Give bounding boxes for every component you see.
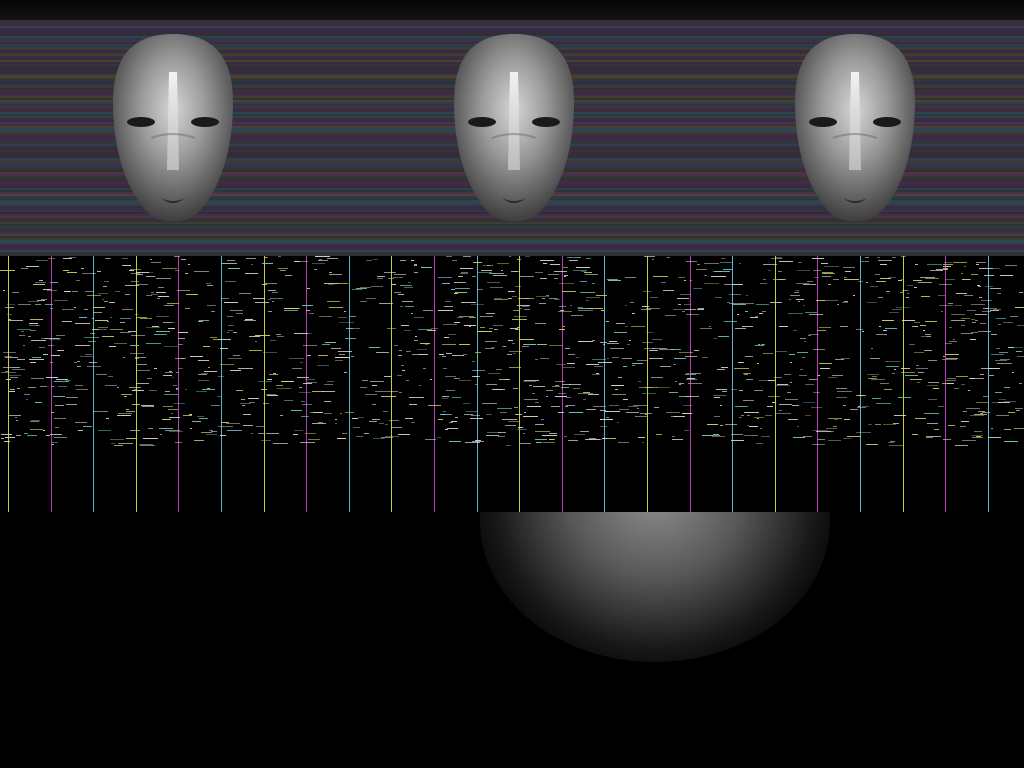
- top-dark-strip: [0, 0, 1024, 20]
- sphere-glow: [480, 512, 830, 662]
- glitch-column-band: [0, 256, 1024, 512]
- render-viewport: [0, 0, 1024, 768]
- mask-right: [795, 34, 915, 222]
- mask-center: [454, 34, 574, 222]
- mask-band: [0, 20, 1024, 256]
- mask-left: [113, 34, 233, 222]
- lower-dark-area: [0, 512, 1024, 768]
- glitch-columns: [0, 256, 1024, 512]
